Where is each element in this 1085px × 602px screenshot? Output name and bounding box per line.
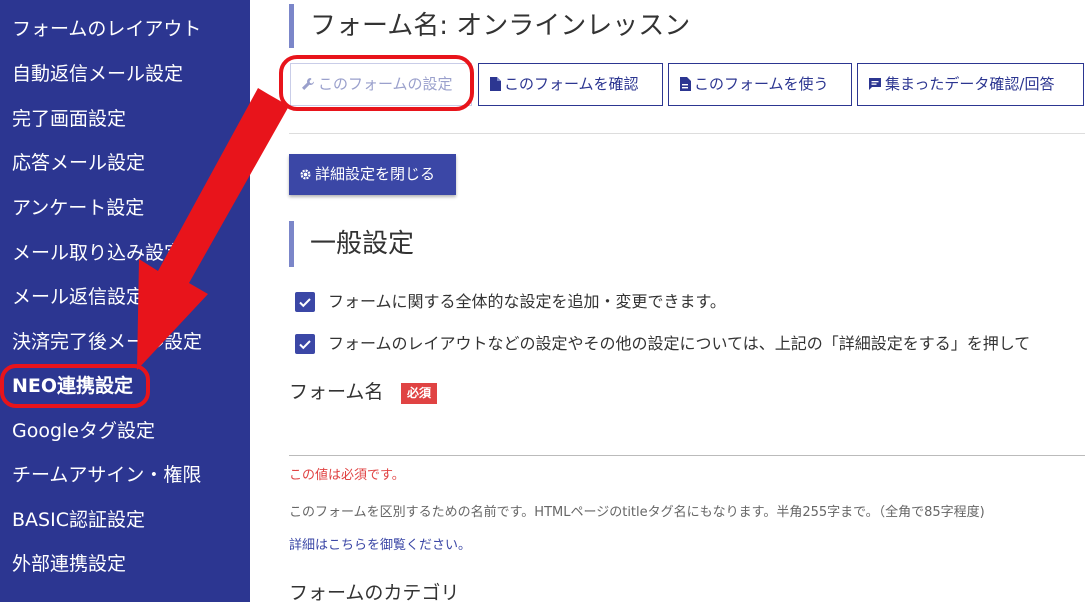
form-confirm-label: このフォームを確認 [504, 75, 639, 93]
sidebar-item-google-tag[interactable]: Googleタグ設定 [12, 418, 155, 444]
collected-data-label: 集まったデータ確認/回答 [885, 75, 1055, 93]
sidebar-item-basic-auth[interactable]: BASIC認証設定 [12, 507, 145, 533]
sidebar-item-completion-screen[interactable]: 完了画面設定 [12, 106, 126, 132]
page-title: フォーム名: オンラインレッスン [289, 4, 690, 48]
sidebar-item-survey[interactable]: アンケート設定 [12, 195, 144, 221]
form-category-label: フォームのカテゴリ [289, 582, 460, 602]
form-use-button[interactable]: このフォームを使う [668, 63, 852, 106]
sidebar-item-form-layout[interactable]: フォームのレイアウト [12, 16, 201, 42]
form-settings-label: このフォームの設定 [318, 75, 453, 93]
gear-icon [299, 165, 315, 183]
sidebar-item-payment-mail[interactable]: 決済完了後メール設定 [12, 329, 202, 355]
divider [289, 133, 1085, 134]
form-name-input[interactable] [289, 418, 1085, 456]
sidebar-item-mail-reply[interactable]: メール返信設定 [12, 284, 145, 310]
sidebar-item-external-integration[interactable]: 外部連携設定 [12, 551, 126, 577]
sidebar-item-team-assign[interactable]: チームアサイン・権限 [12, 462, 201, 488]
comment-icon [868, 75, 885, 93]
checkbox-icon[interactable] [295, 334, 315, 354]
close-advanced-settings-label: 詳細設定を閉じる [315, 165, 436, 183]
sidebar-item-mail-import[interactable]: メール取り込み設定 [12, 240, 183, 266]
help-text: このフォームを区別するための名前です。HTMLページのtitleタグ名にもなりま… [289, 505, 985, 520]
sidebar-item-neo[interactable]: NEO連携設定 [12, 373, 133, 399]
sidebar: フォームのレイアウト 自動返信メール設定 完了画面設定 応答メール設定 アンケー… [0, 0, 250, 602]
error-message: この値は必須です。 [289, 468, 405, 483]
sidebar-item-response-mail[interactable]: 応答メール設定 [12, 150, 145, 176]
details-link[interactable]: 詳細はこちらを御覧ください。 [289, 534, 471, 553]
collected-data-button[interactable]: 集まったデータ確認/回答 [857, 63, 1084, 106]
section-title-general: 一般設定 [289, 221, 414, 267]
main-content: フォーム名: オンラインレッスン このフォームの設定 このフォームを確認 このフ… [250, 0, 1085, 602]
form-settings-button[interactable]: このフォームの設定 [290, 63, 472, 106]
info-text: フォームのレイアウトなどの設定やその他の設定については、上記の「詳細設定をする」… [328, 334, 1031, 353]
form-confirm-button[interactable]: このフォームを確認 [478, 63, 663, 106]
checkbox-icon[interactable] [295, 292, 315, 312]
sidebar-item-auto-reply-mail[interactable]: 自動返信メール設定 [12, 61, 183, 87]
wrench-icon [301, 75, 318, 93]
info-text: フォームに関する全体的な設定を追加・変更できます。 [328, 292, 726, 311]
close-advanced-settings-button[interactable]: 詳細設定を閉じる [289, 154, 456, 195]
document-icon [679, 75, 694, 93]
form-name-label: フォーム名 [289, 381, 384, 403]
form-use-label: このフォームを使う [694, 75, 829, 93]
required-badge: 必須 [401, 383, 438, 404]
document-icon [489, 75, 504, 93]
